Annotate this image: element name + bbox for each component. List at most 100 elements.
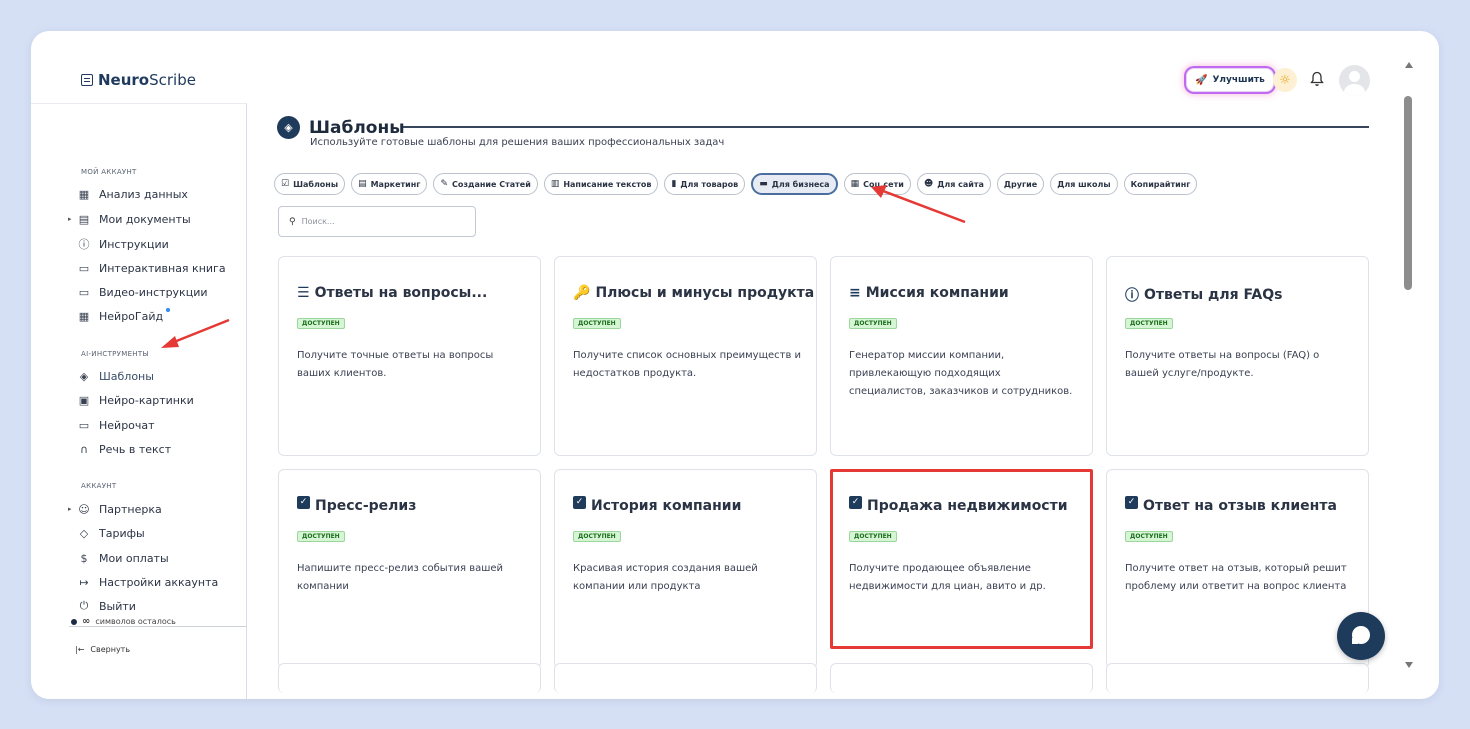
template-card-faq-answers[interactable]: ☰ Ответы на вопросы... ДОСТУПЕН Получите …	[278, 256, 541, 456]
credits-text: символов осталось	[95, 617, 176, 626]
filter-chip-school[interactable]: Для школы	[1050, 173, 1118, 195]
users-icon: ☺	[78, 502, 90, 516]
card-description: Получите ответы на вопросы (FAQ) о вашей…	[1125, 350, 1320, 379]
grid-icon: ▦	[78, 187, 90, 201]
collapse-label: Свернуть	[90, 645, 131, 654]
template-card-partial[interactable]	[554, 663, 817, 693]
sidebar-item-data-analysis[interactable]: ▦ Анализ данных	[77, 184, 188, 204]
filter-chip-articles[interactable]: ✎ Создание Статей	[433, 173, 538, 195]
sidebar-item-templates[interactable]: ◈ Шаблоны	[77, 366, 154, 386]
annotation-arrow-filter	[871, 185, 966, 224]
page-header: ◈ Шаблоны	[277, 116, 405, 139]
title-divider	[403, 126, 1369, 128]
tag-icon: ◇	[79, 526, 89, 540]
power-icon: ⏻	[79, 599, 89, 612]
sidebar-item-instructions[interactable]: ⓘ Инструкции	[77, 234, 169, 254]
search-input[interactable]	[301, 217, 462, 226]
scroll-up-icon[interactable]	[1405, 62, 1413, 68]
sidebar-item-neurochat[interactable]: ▭ Нейрочат	[77, 415, 155, 435]
books-icon: ▥	[550, 179, 560, 189]
status-badge: ДОСТУПЕН	[849, 318, 897, 329]
sidebar-item-label: Настройки аккаунта	[99, 575, 219, 589]
scroll-down-icon[interactable]	[1405, 662, 1413, 668]
filter-chip-products[interactable]: ▮ Для товаров	[664, 173, 746, 195]
sidebar-item-logout[interactable]: ⏻ Выйти	[77, 596, 136, 616]
sidebar-item-interactive-book[interactable]: ▭ Интерактивная книга	[77, 258, 226, 278]
card-title-text: Ответы для FAQs	[1144, 287, 1283, 303]
help-icon: ⓘ	[78, 238, 90, 251]
user-avatar[interactable]	[1339, 65, 1370, 96]
card-description: Получите точные ответы на вопросы ваших …	[297, 350, 494, 379]
template-card-partial[interactable]	[278, 663, 541, 693]
app-window: NeuroScribe 🚀 Улучшить ☼ МОЙ АККАУНТ ▦ А…	[31, 31, 1439, 699]
status-badge: ДОСТУПЕН	[573, 318, 621, 329]
card-title-text: Плюсы и минусы продукта	[595, 285, 815, 301]
sidebar-item-video-instructions[interactable]: ▭ Видео-инструкции	[77, 282, 208, 302]
chat-support-button[interactable]	[1337, 612, 1385, 660]
filter-chip-business[interactable]: ▬ Для бизнеса	[751, 173, 838, 195]
logo-icon	[81, 74, 93, 86]
sidebar-item-partner[interactable]: ▸ ☺ Партнерка	[68, 499, 162, 519]
status-badge: ДОСТУПЕН	[573, 531, 621, 542]
info-icon: ⓘ	[1125, 288, 1139, 304]
search-icon: ⚲	[289, 216, 296, 227]
filter-chip-marketing[interactable]: ▤ Маркетинг	[351, 173, 428, 195]
card-title: ✓ История компании	[573, 495, 741, 514]
card-description: Красивая история создания вашей компании…	[573, 563, 758, 592]
sidebar-item-label: Выйти	[99, 599, 136, 613]
caret-right-icon: ▸	[68, 215, 72, 223]
template-card-real-estate[interactable]: ✓ Продажа недвижимости ДОСТУПЕН Получите …	[830, 469, 1093, 649]
template-card-mission[interactable]: ≡ Миссия компании ДОСТУПЕН Генератор мисс…	[830, 256, 1093, 456]
sidebar-item-label: Мои документы	[99, 212, 191, 226]
chat-icon: ▭	[78, 418, 90, 432]
image-icon: ▣	[78, 393, 90, 407]
sidebar-item-my-documents[interactable]: ▸ ▤ Мои документы	[68, 209, 191, 229]
card-title-text: Ответы на вопросы...	[314, 285, 488, 301]
checkbox-icon: ✓	[297, 495, 310, 509]
template-card-partial[interactable]	[1106, 663, 1369, 693]
logo-text: NeuroScribe	[98, 71, 196, 89]
sidebar-item-speech-to-text[interactable]: ∩ Речь в текст	[77, 439, 171, 459]
checkbox-icon: ☑	[281, 179, 290, 189]
checkbox-icon: ✓	[1125, 495, 1138, 509]
template-card-pros-cons[interactable]: 🔑 Плюсы и минусы продукта ДОСТУПЕН Получи…	[554, 256, 817, 456]
template-card-review-reply[interactable]: ✓ Ответ на отзыв клиента ДОСТУПЕН Получит…	[1106, 469, 1369, 669]
logo[interactable]: NeuroScribe	[81, 71, 196, 89]
sidebar-item-neuro-images[interactable]: ▣ Нейро-картинки	[77, 390, 194, 410]
template-card-press-release[interactable]: ✓ Пресс-релиз ДОСТУПЕН Напишите пресс-рел…	[278, 469, 541, 669]
status-badge: ДОСТУПЕН	[849, 531, 897, 542]
sidebar-item-label: Речь в текст	[99, 442, 172, 456]
list-icon: ☰	[297, 285, 310, 301]
scrollbar[interactable]	[1403, 58, 1415, 678]
theme-toggle-sun-icon[interactable]: ☼	[1273, 68, 1297, 92]
checkbox-icon: ✓	[573, 495, 586, 509]
scrollbar-thumb[interactable]	[1404, 96, 1412, 290]
chip-label: Другие	[1003, 179, 1038, 189]
key-icon: 🔑	[573, 285, 591, 301]
upgrade-label: Улучшить	[1212, 75, 1265, 85]
upgrade-button[interactable]: 🚀 Улучшить	[1186, 68, 1274, 92]
template-card-partial[interactable]	[830, 663, 1093, 693]
template-card-company-history[interactable]: ✓ История компании ДОСТУПЕН Красивая исто…	[554, 469, 817, 669]
filter-chip-copywriting[interactable]: Копирайтинг	[1123, 173, 1198, 195]
card-title: ✓ Пресс-релиз	[297, 495, 417, 514]
bell-icon[interactable]	[1309, 69, 1325, 89]
chip-label: Для школы	[1057, 179, 1111, 189]
ledger-icon: ▦	[850, 179, 860, 189]
filter-chip-templates[interactable]: ☑ Шаблоны	[274, 173, 346, 195]
filter-chips: ☑ Шаблоны ▤ Маркетинг ✎ Создание Статей ▥ На…	[274, 173, 1198, 195]
table-icon: ▦	[78, 309, 90, 323]
card-title-text: Продажа недвижимости	[867, 498, 1068, 514]
sidebar-item-account-settings[interactable]: ↦ Настройки аккаунта	[77, 572, 218, 592]
sidebar-item-my-payments[interactable]: $ Мои оплаты	[77, 548, 169, 568]
sidebar-item-label: Интерактивная книга	[99, 261, 226, 275]
template-card-faqs[interactable]: ⓘ Ответы для FAQs ДОСТУПЕН Получите ответ…	[1106, 256, 1369, 456]
sidebar-item-label: Нейрочат	[99, 418, 155, 432]
filter-chip-writing[interactable]: ▥ Написание текстов	[543, 173, 659, 195]
filter-chip-other[interactable]: Другие	[996, 173, 1045, 195]
bell-svg	[1310, 71, 1324, 86]
sidebar-item-tariffs[interactable]: ◇ Тарифы	[77, 523, 145, 543]
sidebar-divider	[69, 626, 247, 627]
collapse-button[interactable]: |← Свернуть	[75, 645, 130, 654]
card-title-text: Пресс-релиз	[315, 498, 417, 514]
